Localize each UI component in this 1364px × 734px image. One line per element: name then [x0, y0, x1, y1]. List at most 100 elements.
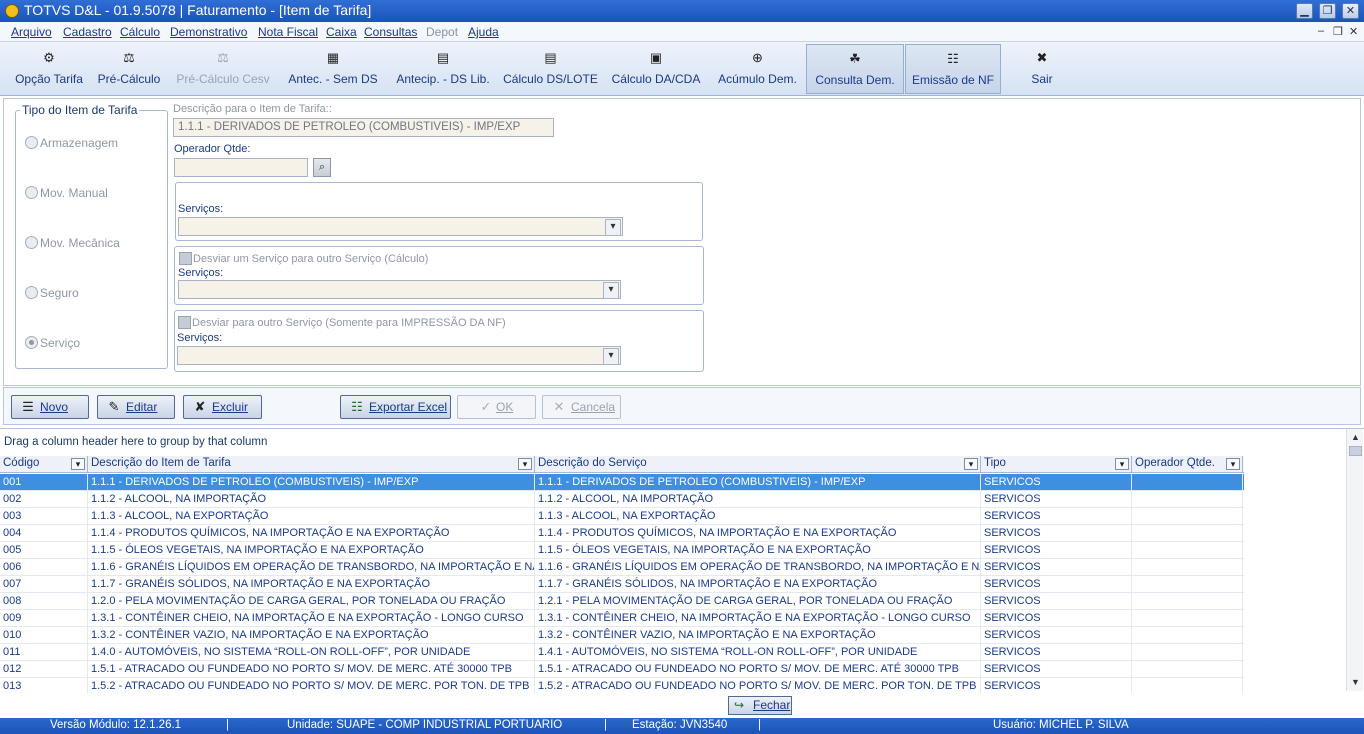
cell-descricao-servico[interactable]: 1.4.1 - AUTOMÓVEIS, NO SISTEMA “ROLL-ON … [535, 644, 981, 661]
cell-operador-qtde[interactable] [1132, 678, 1243, 693]
cell-operador-qtde[interactable] [1132, 593, 1243, 610]
table-row[interactable]: 002 1.1.2 - ALCOOL, NA IMPORTAÇÃO 1.1.2 - … [0, 491, 1244, 508]
cell-codigo[interactable]: 007 [0, 576, 88, 593]
cell-tipo[interactable]: SERVICOS [981, 525, 1132, 542]
cell-descricao-servico[interactable]: 1.1.3 - ALCOOL, NA EXPORTAÇÃO [535, 508, 981, 525]
servicos-select-1[interactable] [178, 217, 623, 236]
cell-tipo[interactable]: SERVICOS [981, 491, 1132, 508]
calculo-da-cda-button[interactable]: ▣ Cálculo DA/CDA [605, 44, 707, 94]
menu-calculo[interactable]: Cálculo [120, 25, 160, 39]
consulta-dem-button[interactable]: ☘ Consulta Dem. [806, 44, 904, 94]
cell-operador-qtde[interactable] [1132, 610, 1243, 627]
column-descricao-item[interactable]: Descrição do Item de Tarifa ▾ [88, 456, 535, 473]
filter-dropdown-icon[interactable]: ▾ [71, 458, 85, 470]
cell-descricao-item[interactable]: 1.5.2 - ATRACADO OU FUNDEADO NO PORTO S/… [88, 678, 535, 693]
mdi-restore-button[interactable]: ❐ [1333, 25, 1343, 38]
descricao-field[interactable]: 1.1.1 - DERIVADOS DE PETROLEO (COMBUSTIV… [173, 118, 554, 137]
novo-button[interactable]: ☰ Novo [11, 395, 89, 419]
cell-codigo[interactable]: 003 [0, 508, 88, 525]
cell-tipo[interactable]: SERVICOS [981, 644, 1132, 661]
antec-sem-ds-button[interactable]: ▦ Antec. - Sem DS [280, 44, 386, 94]
table-row[interactable]: 012 1.5.1 - ATRACADO OU FUNDEADO NO PORTO… [0, 661, 1244, 678]
cell-operador-qtde[interactable] [1132, 627, 1243, 644]
cell-codigo[interactable]: 006 [0, 559, 88, 576]
filter-dropdown-icon[interactable]: ▾ [1226, 458, 1240, 470]
cell-descricao-servico[interactable]: 1.2.1 - PELA MOVIMENTAÇÃO DE CARGA GERAL… [535, 593, 981, 610]
mdi-minimize-button[interactable]: – [1318, 25, 1324, 37]
cell-operador-qtde[interactable] [1132, 559, 1243, 576]
cell-descricao-servico[interactable]: 1.5.1 - ATRACADO OU FUNDEADO NO PORTO S/… [535, 661, 981, 678]
menu-cadastro[interactable]: Cadastro [63, 25, 112, 39]
table-row[interactable]: 007 1.1.7 - GRANÉIS SÓLIDOS, NA IMPORTAÇÃ… [0, 576, 1244, 593]
cell-tipo[interactable]: SERVICOS [981, 576, 1132, 593]
cell-descricao-item[interactable]: 1.5.1 - ATRACADO OU FUNDEADO NO PORTO S/… [88, 661, 535, 678]
table-row[interactable]: 013 1.5.2 - ATRACADO OU FUNDEADO NO PORTO… [0, 678, 1244, 693]
table-row[interactable]: 008 1.2.0 - PELA MOVIMENTAÇÃO DE CARGA GE… [0, 593, 1244, 610]
cell-codigo[interactable]: 011 [0, 644, 88, 661]
cell-codigo[interactable]: 004 [0, 525, 88, 542]
radio-mov-mecanica[interactable]: Mov. Mecânica [25, 236, 120, 250]
cell-descricao-item[interactable]: 1.1.7 - GRANÉIS SÓLIDOS, NA IMPORTAÇÃO E… [88, 576, 535, 593]
scroll-down-icon[interactable]: ▼ [1349, 676, 1362, 689]
operador-qtde-field[interactable] [174, 158, 308, 177]
menu-ajuda[interactable]: Ajuda [468, 25, 499, 39]
cell-descricao-item[interactable]: 1.3.1 - CONTÊINER CHEIO, NA IMPORTAÇÃO E… [88, 610, 535, 627]
cell-descricao-servico[interactable]: 1.3.1 - CONTÊINER CHEIO, NA IMPORTAÇÃO E… [535, 610, 981, 627]
antecip-ds-lib-button[interactable]: ▤ Antecip. - DS Lib. [390, 44, 496, 94]
search-icon[interactable]: ⌕ [313, 158, 331, 177]
minimize-button[interactable]: ▁ [1296, 3, 1313, 19]
exportar-excel-button[interactable]: ☷ Exportar Excel [340, 395, 451, 419]
cell-codigo[interactable]: 005 [0, 542, 88, 559]
cell-operador-qtde[interactable] [1132, 576, 1243, 593]
cell-codigo[interactable]: 013 [0, 678, 88, 693]
vertical-scrollbar[interactable]: ▲ ▼ [1346, 429, 1363, 691]
cell-codigo[interactable]: 008 [0, 593, 88, 610]
radio-servico[interactable]: Serviço [25, 336, 80, 350]
cell-descricao-item[interactable]: 1.3.2 - CONTÊINER VAZIO, NA IMPORTAÇÃO E… [88, 627, 535, 644]
cell-codigo[interactable]: 012 [0, 661, 88, 678]
mdi-close-button[interactable]: ✕ [1349, 25, 1358, 38]
table-row[interactable]: 010 1.3.2 - CONTÊINER VAZIO, NA IMPORTAÇÃ… [0, 627, 1244, 644]
menu-consultas[interactable]: Consultas [364, 25, 417, 39]
fechar-button[interactable]: ↪ Fechar [728, 696, 792, 715]
cell-descricao-servico[interactable]: 1.5.2 - ATRACADO OU FUNDEADO NO PORTO S/… [535, 678, 981, 693]
sair-button[interactable]: ✖ Sair [1020, 44, 1064, 94]
opcao-tarifa-button[interactable]: ⚙ Opção Tarifa [9, 44, 89, 94]
cell-descricao-item[interactable]: 1.1.2 - ALCOOL, NA IMPORTAÇÃO [88, 491, 535, 508]
cell-operador-qtde[interactable] [1132, 644, 1243, 661]
cell-tipo[interactable]: SERVICOS [981, 678, 1132, 693]
menu-caixa[interactable]: Caixa [326, 25, 357, 39]
table-row[interactable]: 006 1.1.6 - GRANÉIS LÍQUIDOS EM OPERAÇÃO … [0, 559, 1244, 576]
column-tipo[interactable]: Tipo ▾ [981, 456, 1132, 473]
cell-descricao-servico[interactable]: 1.1.6 - GRANÉIS LÍQUIDOS EM OPERAÇÃO DE … [535, 559, 981, 576]
cell-descricao-servico[interactable]: 1.1.7 - GRANÉIS SÓLIDOS, NA IMPORTAÇÃO E… [535, 576, 981, 593]
menu-arquivo[interactable]: Arquivo [11, 25, 52, 39]
scroll-up-icon[interactable]: ▲ [1349, 431, 1362, 444]
menu-nota-fiscal[interactable]: Nota Fiscal [258, 25, 318, 39]
cell-descricao-item[interactable]: 1.1.4 - PRODUTOS QUÍMICOS, NA IMPORTAÇÃO… [88, 525, 535, 542]
desviar-calculo-checkbox[interactable] [179, 252, 192, 265]
cell-codigo[interactable]: 001 [0, 474, 88, 491]
cell-descricao-item[interactable]: 1.2.0 - PELA MOVIMENTAÇÃO DE CARGA GERAL… [88, 593, 535, 610]
cell-codigo[interactable]: 010 [0, 627, 88, 644]
desviar-nf-checkbox[interactable] [178, 316, 191, 329]
excluir-button[interactable]: ✘ Excluir [183, 395, 262, 419]
cell-operador-qtde[interactable] [1132, 508, 1243, 525]
editar-button[interactable]: ✎ Editar [97, 395, 175, 419]
table-row[interactable]: 004 1.1.4 - PRODUTOS QUÍMICOS, NA IMPORTA… [0, 525, 1244, 542]
cell-descricao-servico[interactable]: 1.3.2 - CONTÊINER VAZIO, NA IMPORTAÇÃO E… [535, 627, 981, 644]
cell-operador-qtde[interactable] [1132, 474, 1243, 491]
cell-tipo[interactable]: SERVICOS [981, 661, 1132, 678]
table-row[interactable]: 003 1.1.3 - ALCOOL, NA EXPORTAÇÃO 1.1.3 - … [0, 508, 1244, 525]
cell-descricao-item[interactable]: 1.1.3 - ALCOOL, NA EXPORTAÇÃO [88, 508, 535, 525]
acumulo-dem-button[interactable]: ⊕ Acúmulo Dem. [711, 44, 804, 94]
cell-operador-qtde[interactable] [1132, 491, 1243, 508]
column-codigo[interactable]: Código ▾ [0, 456, 88, 473]
cell-codigo[interactable]: 009 [0, 610, 88, 627]
cell-descricao-item[interactable]: 1.1.5 - ÓLEOS VEGETAIS, NA IMPORTAÇÃO E … [88, 542, 535, 559]
radio-mov-manual[interactable]: Mov. Manual [25, 186, 108, 200]
cell-descricao-item[interactable]: 1.4.0 - AUTOMÓVEIS, NO SISTEMA “ROLL-ON … [88, 644, 535, 661]
cell-descricao-item[interactable]: 1.1.6 - GRANÉIS LÍQUIDOS EM OPERAÇÃO DE … [88, 559, 535, 576]
radio-seguro[interactable]: Seguro [25, 286, 79, 300]
close-window-button[interactable]: ✕ [1342, 3, 1359, 19]
